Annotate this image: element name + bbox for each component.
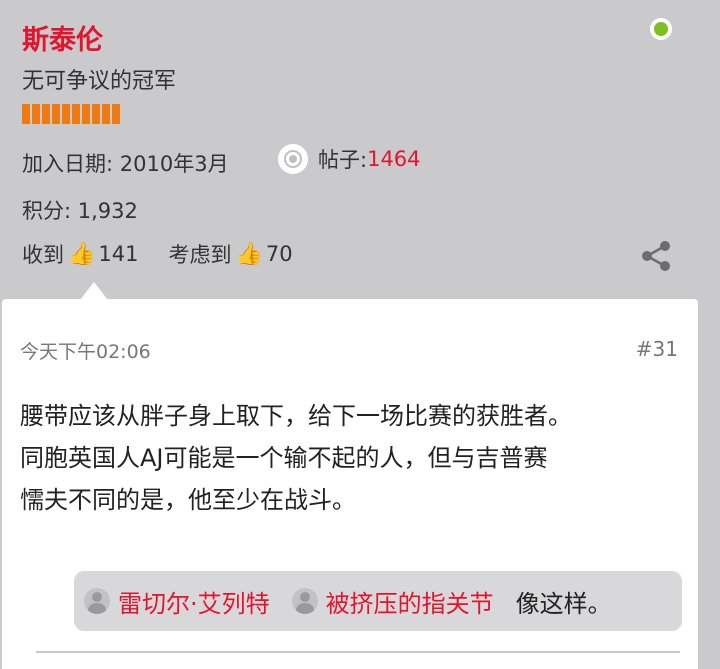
- join-date: 2010年3月: [119, 152, 229, 176]
- reactor-name[interactable]: 雷切尔·艾列特: [118, 584, 270, 619]
- rank-segment: [82, 104, 90, 124]
- posts-stat[interactable]: 帖子: 1464: [278, 144, 421, 174]
- post-number[interactable]: #31: [636, 337, 678, 361]
- post-time: 今天下午02:06: [20, 341, 151, 363]
- reactor-name[interactable]: 被挤压的指关节: [326, 584, 494, 619]
- rank-segment: [102, 104, 110, 124]
- rank-bar: [22, 104, 120, 124]
- join-label: 加入日期:: [22, 152, 114, 176]
- card-pointer: [80, 282, 108, 300]
- user-profile-header: 斯泰伦 无可争议的冠军 加入日期: 2010年3月 帖子: 1464 积分: 1…: [0, 0, 720, 300]
- considered-count: 70: [265, 242, 293, 266]
- rank-segment: [32, 104, 40, 124]
- thumbs-up-icon: 👍: [68, 241, 96, 267]
- reaction-suffix: 像这样。: [515, 589, 612, 618]
- rank-segment: [52, 104, 60, 124]
- post-body-line: 同胞英国人AJ可能是一个输不起的人，但与吉普赛: [20, 444, 548, 472]
- username[interactable]: 斯泰伦: [22, 18, 103, 57]
- post-body-line: 懦夫不同的是，他至少在战斗。: [20, 486, 356, 514]
- avatar: [84, 588, 110, 614]
- divider: [36, 651, 680, 653]
- posts-icon: [278, 144, 308, 174]
- reactions-bar: 雷切尔·艾列特 被挤压的指关节 像这样。: [74, 571, 682, 631]
- rank-segment: [72, 104, 80, 124]
- points-label: 积分:: [22, 199, 72, 223]
- rank-segment: [112, 104, 120, 124]
- post-body-line: 腰带应该从胖子身上取下，给下一场比赛的获胜者。: [20, 402, 572, 430]
- considered-label: 考虑到: [168, 243, 232, 267]
- post-body: 腰带应该从胖子身上取下，给下一场比赛的获胜者。 同胞英国人AJ可能是一个输不起的…: [20, 395, 690, 521]
- avatar: [291, 588, 318, 614]
- received-label: 收到: [22, 243, 64, 267]
- rank-segment: [92, 104, 100, 124]
- post-card: 今天下午02:06 #31 腰带应该从胖子身上取下，给下一场比赛的获胜者。 同胞…: [2, 299, 698, 669]
- rank-segment: [22, 104, 30, 124]
- join-date-row: 加入日期: 2010年3月: [22, 148, 229, 178]
- received-count: 141: [98, 242, 139, 266]
- online-status-icon: [650, 18, 672, 40]
- user-title: 无可争议的冠军: [22, 69, 177, 94]
- share-icon[interactable]: [640, 240, 672, 272]
- rank-segment: [62, 104, 70, 124]
- points-value: 1,932: [77, 199, 138, 223]
- rank-segment: [42, 104, 50, 124]
- points-row: 积分: 1,932: [22, 195, 138, 225]
- thumbs-up-icon: 👍: [235, 241, 263, 267]
- posts-count[interactable]: 1464: [367, 147, 420, 171]
- likes-row: 收到 👍 141 考虑到 👍 70: [22, 239, 293, 269]
- posts-label: 帖子:: [318, 148, 368, 172]
